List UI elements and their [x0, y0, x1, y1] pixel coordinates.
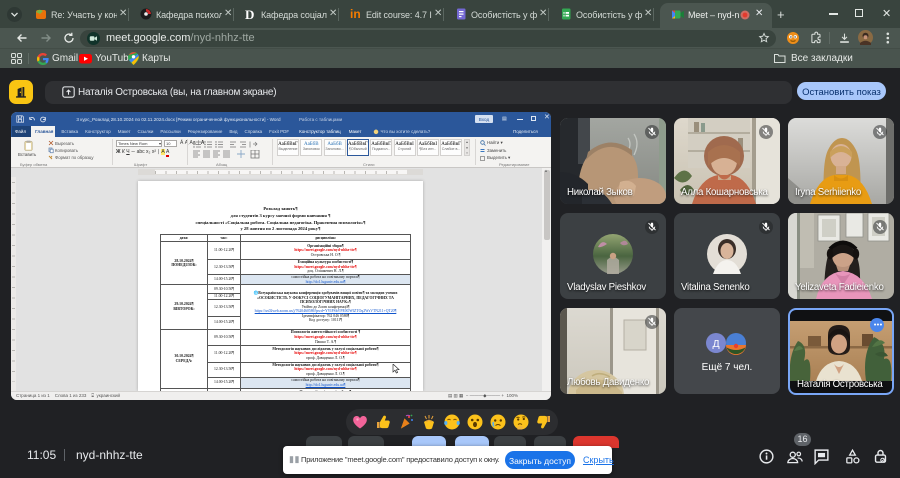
svg-text:Д: Д — [712, 338, 719, 350]
